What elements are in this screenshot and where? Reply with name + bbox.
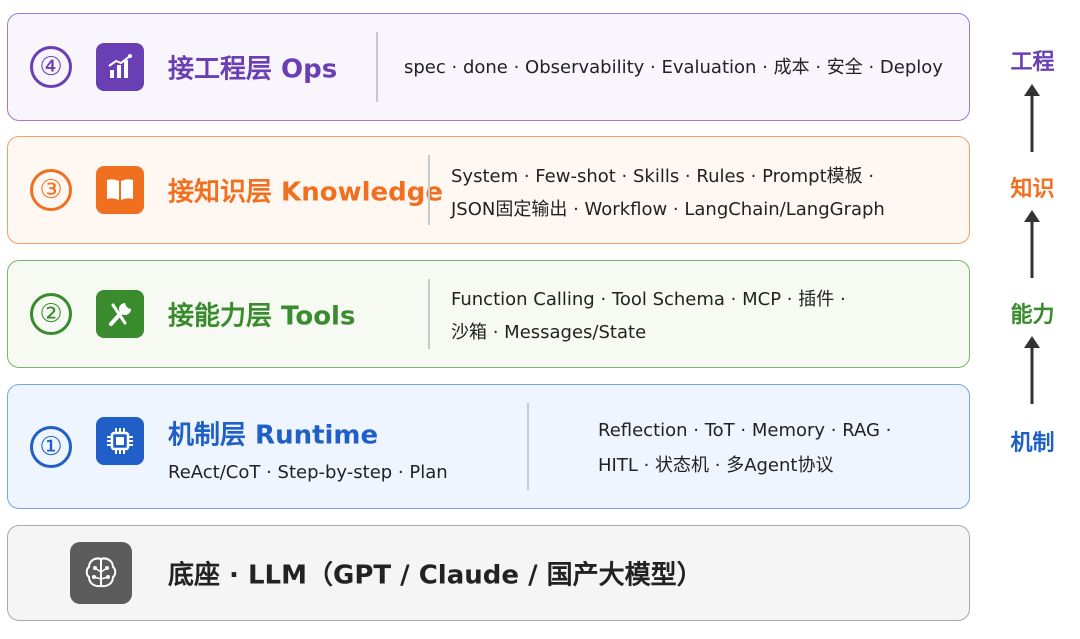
wrench-icon — [96, 290, 144, 338]
side-label-engineering: 工程 — [1010, 50, 1055, 75]
brain-icon — [70, 542, 132, 604]
layer-items-line2: JSON固定输出 · Workflow · LangChain/LangGrap… — [451, 199, 885, 220]
layer-subtitle: ReAct/CoT · Step-by-step · Plan — [168, 462, 448, 483]
arrow-up-icon — [1024, 336, 1040, 404]
arrow-up-icon — [1024, 210, 1040, 278]
layer-knowledge: ③ 接知识层 Knowledge System · Few-shot · Ski… — [7, 136, 970, 244]
layer-items-line1: System · Few-shot · Skills · Rules · Pro… — [451, 166, 875, 187]
divider — [527, 403, 529, 490]
layer-number-3: ③ — [30, 169, 72, 211]
layer-title: 接知识层 Knowledge — [168, 177, 443, 208]
layer-number-2: ② — [30, 293, 72, 335]
chip-icon — [96, 417, 144, 465]
layer-base: 底座 · LLM（GPT / Claude / 国产大模型） — [7, 525, 970, 621]
arrow-up-icon — [1024, 84, 1040, 152]
layer-ops: ④ 接工程层 Ops spec · done · Observability ·… — [7, 13, 970, 121]
book-icon — [96, 166, 144, 214]
divider — [376, 32, 378, 102]
side-label-knowledge: 知识 — [1010, 177, 1055, 202]
layer-title: 接能力层 Tools — [168, 301, 356, 332]
layer-runtime: ① 机制层 Runtime ReAct/CoT · Step-by-step ·… — [7, 384, 970, 509]
layer-items-line2: HITL · 状态机 · 多Agent协议 — [598, 455, 834, 476]
bar-chart-icon — [96, 43, 144, 91]
side-label-mechanism: 机制 — [1010, 431, 1055, 456]
layer-title: 接工程层 Ops — [168, 54, 338, 85]
layer-items-line2: 沙箱 · Messages/State — [451, 322, 647, 343]
layer-items-line1: Function Calling · Tool Schema · MCP · 插… — [451, 289, 846, 310]
layer-tools: ② 接能力层 Tools Function Calling · Tool Sch… — [7, 260, 970, 368]
layer-title: 机制层 Runtime — [168, 420, 379, 451]
side-label-capability: 能力 — [1010, 303, 1055, 328]
layer-number-1: ① — [30, 425, 72, 468]
layer-items-line1: Reflection · ToT · Memory · RAG · — [598, 420, 892, 441]
divider — [428, 155, 430, 225]
layer-items: spec · done · Observability · Evaluation… — [404, 57, 943, 78]
divider — [428, 279, 430, 349]
layer-number-4: ④ — [30, 46, 72, 88]
base-title: 底座 · LLM（GPT / Claude / 国产大模型） — [168, 560, 703, 591]
